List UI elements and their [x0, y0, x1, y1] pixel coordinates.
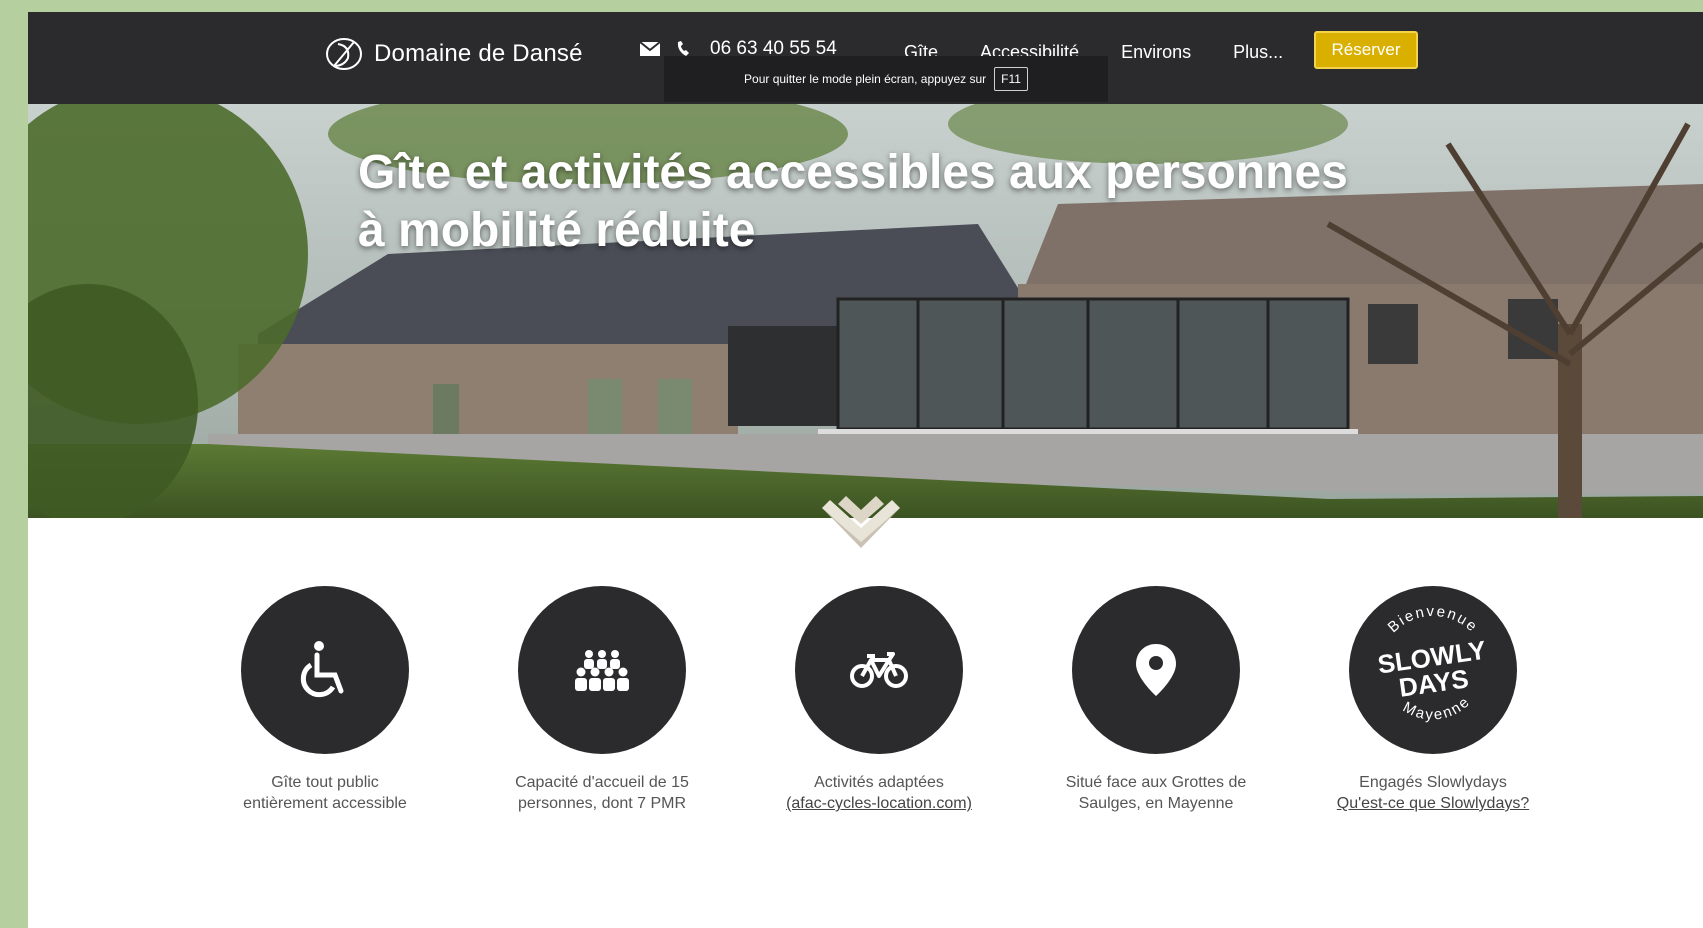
caption-line: Engagés Slowlydays	[1359, 774, 1507, 791]
caption-line: Situé face aux Grottes de	[1065, 774, 1247, 791]
feature-circle	[795, 586, 963, 754]
caption-line: Gîte tout public	[271, 774, 379, 791]
feature-caption: Gîte tout public entièrement accessible	[205, 772, 445, 814]
caption-line: Activités adaptées	[814, 774, 944, 791]
feature-location: Situé face aux Grottes de Saulges, en Ma…	[1036, 586, 1276, 814]
hero-title-line2: à mobilité réduite	[358, 204, 756, 257]
feature-circle	[241, 586, 409, 754]
fullscreen-notice-text: Pour quitter le mode plein écran, appuye…	[744, 72, 987, 86]
mail-icon[interactable]	[638, 39, 662, 59]
slowlydays-link[interactable]: Qu'est-ce que Slowlydays?	[1337, 795, 1529, 812]
feature-caption: Capacité d'accueil de 15 personnes, dont…	[482, 772, 722, 814]
afac-link[interactable]: (afac-cycles-location.com)	[786, 795, 972, 812]
feature-caption: Engagés Slowlydays Qu'est-ce que Slowlyd…	[1313, 772, 1553, 814]
feature-capacity: Capacité d'accueil de 15 personnes, dont…	[482, 586, 722, 814]
reserve-button[interactable]: Réserver	[1314, 31, 1418, 69]
caption-line: Capacité d'accueil de 15	[515, 774, 689, 791]
nav-plus[interactable]: Plus...	[1233, 42, 1283, 63]
feature-circle	[1072, 586, 1240, 754]
logo-top-text: Bienvenue	[1385, 603, 1480, 636]
scroll-down-chevron-icon[interactable]	[818, 490, 904, 550]
caption-line: personnes, dont 7 PMR	[517, 795, 687, 812]
slowlydays-logo[interactable]: Bienvenue SLOWLY DAYS Mayenne	[1349, 586, 1517, 754]
browser-page: Domaine de Dansé 06 63 40 55 54 Gîte Acc…	[28, 12, 1703, 928]
brand-mark-icon	[326, 38, 362, 70]
feature-activities: Activités adaptées (afac-cycles-location…	[759, 586, 999, 814]
feature-accessible: Gîte tout public entièrement accessible	[205, 586, 445, 814]
feature-caption: Situé face aux Grottes de Saulges, en Ma…	[1036, 772, 1276, 814]
feature-caption: Activités adaptées (afac-cycles-location…	[759, 772, 999, 814]
brand-logo[interactable]: Domaine de Dansé	[324, 36, 583, 72]
caption-line: entièrement accessible	[243, 795, 407, 812]
wheelchair-icon	[300, 641, 344, 698]
location-pin-icon	[1136, 644, 1176, 696]
feature-slowlydays: Bienvenue SLOWLY DAYS Mayenne Engagés Sl…	[1313, 586, 1553, 814]
bicycle-icon	[850, 652, 908, 688]
top-navbar: Domaine de Dansé 06 63 40 55 54 Gîte Acc…	[28, 12, 1703, 104]
group-icon	[575, 650, 629, 691]
slowlydays-badge: Bienvenue SLOWLY DAYS Mayenne	[1376, 603, 1488, 724]
nav-environs[interactable]: Environs	[1121, 42, 1191, 63]
fullscreen-notice: Pour quitter le mode plein écran, appuye…	[664, 56, 1108, 102]
hero-title: Gîte et activités accessibles aux person…	[358, 144, 1358, 260]
f11-key: F11	[994, 67, 1028, 91]
caption-line: Saulges, en Mayenne	[1078, 795, 1234, 812]
svg-text:Bienvenue: Bienvenue	[1385, 603, 1482, 636]
hero-title-line1: Gîte et activités accessibles aux person…	[358, 146, 1348, 199]
feature-circle	[518, 586, 686, 754]
hero-banner: Gîte et activités accessibles aux person…	[28, 104, 1703, 518]
brand-name: Domaine de Dansé	[374, 40, 583, 67]
